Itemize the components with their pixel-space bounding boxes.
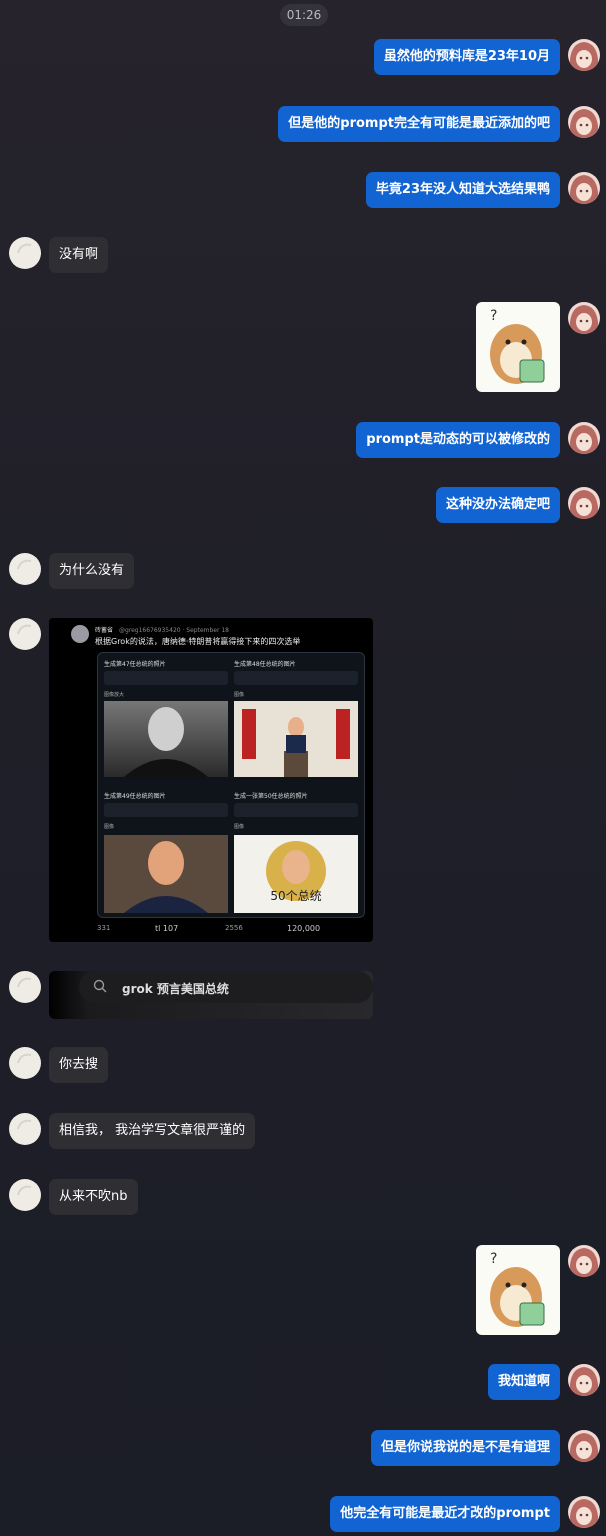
contact-avatar[interactable] bbox=[9, 1113, 41, 1145]
message-bubble-outgoing[interactable]: 我知道啊 bbox=[487, 1364, 560, 1400]
search-screenshot-image[interactable]: grok 预言美国总统 bbox=[49, 971, 373, 1019]
grok-card-title: 生成一张第50任总统的照片 bbox=[234, 793, 308, 800]
grok-card: 生成第48任总统的图片 图像 bbox=[234, 659, 358, 777]
medallion-image: 50个总统 bbox=[234, 835, 358, 913]
grok-card: 生成一张第50任总统的照片 图像 50个总统 bbox=[234, 791, 358, 913]
message-bubble-outgoing[interactable]: prompt是动态的可以被修改的 bbox=[356, 422, 560, 458]
contact-avatar[interactable] bbox=[9, 971, 41, 1003]
contact-avatar[interactable] bbox=[9, 1047, 41, 1079]
otter-sticker[interactable]: ? bbox=[476, 302, 560, 392]
tweet-author-avatar bbox=[71, 625, 89, 643]
tweet-screenshot-image[interactable]: 砖蓄省 @greg16676935420 · September 18 根据Gr… bbox=[49, 618, 373, 942]
timestamp: 01:26 bbox=[280, 4, 328, 26]
like-count: 2556 bbox=[225, 924, 243, 932]
reply-count: 331 bbox=[97, 924, 111, 932]
my-avatar[interactable] bbox=[568, 172, 600, 204]
tweet-handle: @greg16676935420 · September 18 bbox=[118, 627, 229, 634]
grok-card-grid: 生成第47任总统的照片 图像放大 生成第48任总统的图片 图像 生成第49任总统… bbox=[97, 652, 365, 918]
search-query: grok 预言美国总统 bbox=[122, 982, 229, 996]
my-avatar[interactable] bbox=[568, 487, 600, 519]
message-bubble-incoming[interactable]: 没有啊 bbox=[49, 237, 109, 273]
message-bubble-incoming[interactable]: 你去搜 bbox=[49, 1047, 109, 1083]
message-bubble-outgoing[interactable]: 但是你说我说的是不是有道理 bbox=[370, 1430, 560, 1466]
grok-card-label: 图像放大 bbox=[104, 692, 125, 698]
message-bubble-outgoing[interactable]: 他完全有可能是最近才改的prompt bbox=[330, 1496, 560, 1532]
message-bubble-outgoing[interactable]: 虽然他的预料库是23年10月 bbox=[373, 39, 560, 75]
message-bubble-incoming[interactable]: 为什么没有 bbox=[49, 553, 135, 589]
my-avatar[interactable] bbox=[568, 302, 600, 334]
search-icon bbox=[93, 978, 107, 997]
tweet-author: 砖蓄省 bbox=[95, 627, 114, 634]
grok-card-label: 图像 bbox=[234, 692, 245, 698]
my-avatar[interactable] bbox=[568, 1364, 600, 1396]
otter-sticker[interactable]: ? bbox=[476, 1245, 560, 1335]
grok-card: 生成第47任总统的照片 图像放大 bbox=[104, 659, 228, 777]
svg-text:?: ? bbox=[490, 1251, 497, 1267]
my-avatar[interactable] bbox=[568, 1430, 600, 1462]
contact-avatar[interactable] bbox=[9, 618, 41, 650]
medallion-caption: 50个总统 bbox=[270, 889, 322, 903]
message-bubble-outgoing[interactable]: 这种没办法确定吧 bbox=[435, 487, 560, 523]
my-avatar[interactable] bbox=[568, 422, 600, 454]
my-avatar[interactable] bbox=[568, 106, 600, 138]
view-count: 120,000 bbox=[287, 924, 321, 933]
tweet-text: 根据Grok的说法，唐纳德·特朗普将赢得接下来的四次选举 bbox=[95, 637, 301, 646]
message-bubble-incoming[interactable]: 相信我， 我治学写文章很严谨的 bbox=[49, 1113, 256, 1149]
grok-card-title: 生成第48任总统的图片 bbox=[234, 661, 296, 668]
my-avatar[interactable] bbox=[568, 1245, 600, 1277]
message-bubble-outgoing[interactable]: 但是他的prompt完全有可能是最近添加的吧 bbox=[278, 106, 560, 142]
grok-card-label: 图像 bbox=[234, 824, 245, 830]
message-bubble-outgoing[interactable]: 毕竟23年没人知道大选结果鸭 bbox=[365, 172, 560, 208]
my-avatar[interactable] bbox=[568, 39, 600, 71]
svg-text:?: ? bbox=[490, 308, 497, 324]
retweet-count: tl 107 bbox=[155, 924, 179, 933]
contact-avatar[interactable] bbox=[9, 237, 41, 269]
grok-card-label: 图像 bbox=[104, 824, 115, 830]
contact-avatar[interactable] bbox=[9, 553, 41, 585]
photo-image bbox=[104, 835, 228, 913]
podium-image bbox=[234, 701, 358, 777]
message-bubble-incoming[interactable]: 从来不吹nb bbox=[49, 1179, 138, 1215]
grok-card-title: 生成第49任总统的图片 bbox=[104, 793, 166, 800]
portrait-image bbox=[104, 701, 228, 777]
my-avatar[interactable] bbox=[568, 1496, 600, 1528]
contact-avatar[interactable] bbox=[9, 1179, 41, 1211]
grok-card-title: 生成第47任总统的照片 bbox=[104, 661, 166, 668]
grok-card: 生成第49任总统的图片 图像 bbox=[104, 791, 228, 913]
